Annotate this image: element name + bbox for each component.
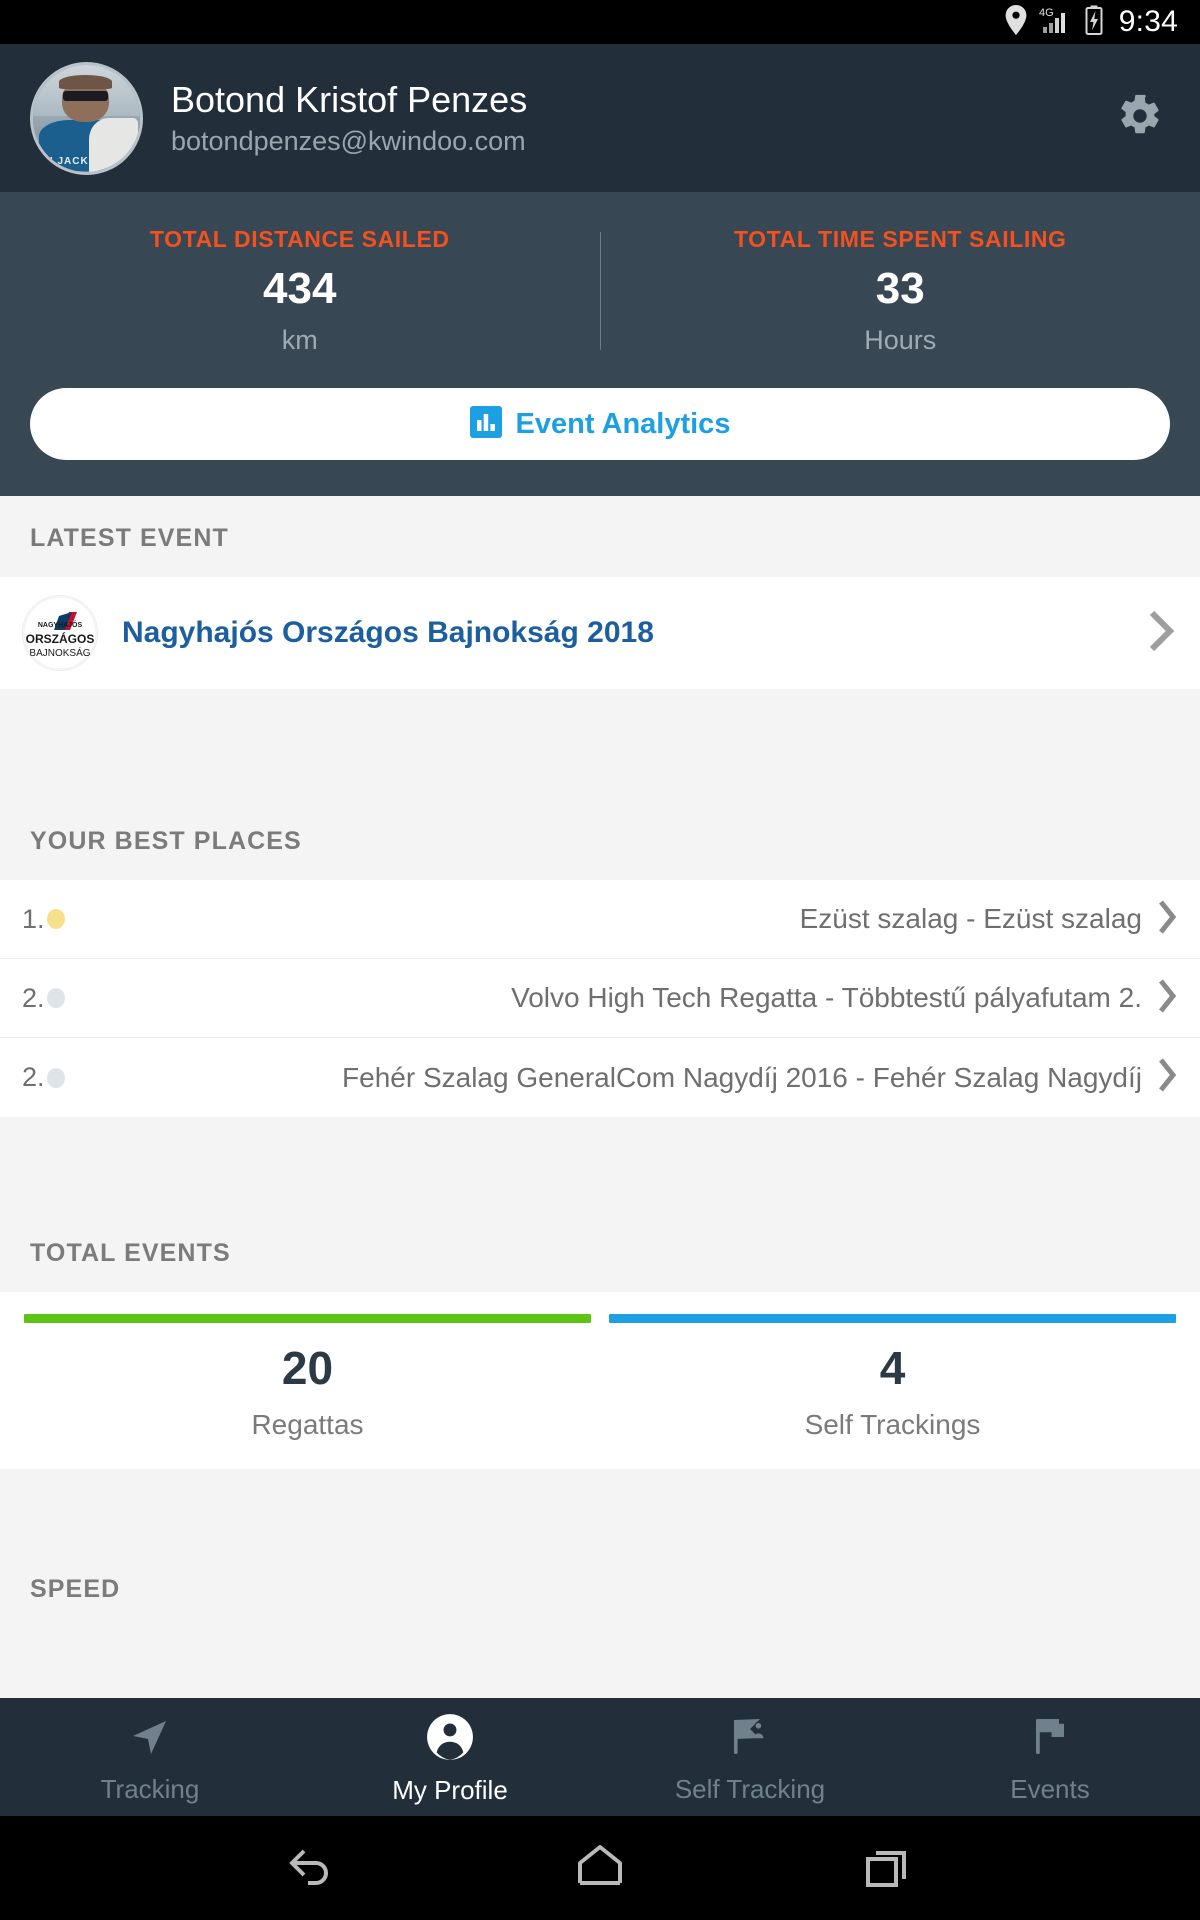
best-place-rank-2: 2.: [22, 982, 45, 1013]
stat-distance-unit: km: [281, 325, 318, 355]
android-system-nav: [0, 1816, 1200, 1920]
signal-4g-icon: 4G: [1039, 5, 1073, 40]
event-analytics-button[interactable]: Event Analytics: [30, 388, 1170, 460]
regattas-bar: [24, 1314, 591, 1323]
person-circle-icon: [425, 1712, 475, 1767]
best-place-rank-3: 2.: [22, 1062, 45, 1092]
avatar[interactable]: CH JACK: [30, 61, 143, 175]
total-events-panel: 20 Regattas 4 Self Trackings: [0, 1292, 1200, 1469]
best-place-name-2: Volvo High Tech Regatta - Többtestű pály…: [511, 982, 1142, 1013]
home-icon: [568, 1841, 632, 1896]
stat-total-time: TOTAL TIME SPENT SAILING 33 Hours: [601, 226, 1200, 354]
latest-event-section-title: LATEST EVENT: [0, 496, 1200, 577]
avatar-shirt: [88, 118, 138, 172]
regattas-value: 20: [281, 1342, 334, 1394]
avatar-vest-text: CH JACK: [37, 156, 89, 168]
total-events-section-title: TOTAL EVENTS: [0, 1211, 1200, 1292]
svg-text:4G: 4G: [1039, 7, 1054, 19]
total-events-self-trackings: 4 Self Trackings: [609, 1314, 1176, 1439]
home-button[interactable]: [555, 1833, 645, 1903]
nav-label-self-tracking: Self Tracking: [674, 1773, 826, 1804]
profile-header: CH JACK Botond Kristof Penzes botondpenz…: [0, 44, 1200, 192]
nav-label-events: Events: [1010, 1773, 1090, 1804]
event-logo: NAGYHAJÓS ORSZÁGOS BAJNOKSÁG: [22, 595, 98, 671]
regattas-label: Regattas: [251, 1409, 364, 1440]
nav-item-my-profile[interactable]: My Profile: [300, 1698, 600, 1816]
scrollable-content[interactable]: CH JACK Botond Kristof Penzes botondpenz…: [0, 44, 1200, 1698]
best-places-section-title: YOUR BEST PLACES: [0, 799, 1200, 880]
recents-button[interactable]: [845, 1833, 935, 1903]
back-button[interactable]: [265, 1833, 355, 1903]
avatar-hair: [58, 75, 113, 90]
nav-label-tracking: Tracking: [100, 1773, 200, 1804]
navigation-arrow-icon: [126, 1713, 174, 1766]
location-pin-icon: [1004, 4, 1028, 40]
chevron-right-icon: [1156, 1055, 1178, 1100]
svg-text:ORSZÁGOS: ORSZÁGOS: [26, 631, 95, 646]
profile-email: botondpenzes@kwindoo.com: [171, 126, 526, 157]
event-analytics-label: Event Analytics: [515, 407, 731, 440]
nav-item-tracking[interactable]: Tracking: [0, 1698, 300, 1816]
latest-event-title: Nagyhajós Országos Bajnokság 2018: [122, 616, 654, 649]
back-icon: [278, 1841, 342, 1896]
latest-event-panel: NAGYHAJÓS ORSZÁGOS BAJNOKSÁG Nagyhajós O…: [0, 577, 1200, 689]
speed-section-body: [0, 1628, 1200, 1698]
best-place-rank-1: 1.: [22, 903, 45, 934]
stats-panel: TOTAL DISTANCE SAILED 434 km TOTAL TIME …: [0, 192, 1200, 496]
chevron-right-icon: [1146, 607, 1176, 660]
spacer-after-total-events: [0, 1469, 1200, 1547]
svg-text:BAJNOKSÁG: BAJNOKSÁG: [29, 646, 90, 659]
total-events-regattas: 20 Regattas: [24, 1314, 591, 1439]
speed-section-title: SPEED: [0, 1547, 1200, 1628]
flag-icon: [1026, 1713, 1074, 1766]
stat-time-value: 33: [875, 264, 925, 313]
best-place-row-3[interactable]: 2. Fehér Szalag GeneralCom Nagydíj 2016 …: [0, 1038, 1200, 1117]
android-status-bar: 4G 9:34: [0, 0, 1200, 44]
best-place-name-1: Ezüst szalag - Ezüst szalag: [799, 903, 1142, 934]
best-place-name-3: Fehér Szalag GeneralCom Nagydíj 2016 - F…: [342, 1061, 1142, 1093]
battery-charging-icon: [1084, 5, 1104, 40]
phone-screen: 4G 9:34 CH JACK Botond Kristof Penzes bo…: [0, 0, 1200, 1920]
chevron-right-icon: [1156, 897, 1178, 942]
medal-silver-icon: [46, 1067, 65, 1088]
avatar-sunglasses: [62, 91, 108, 101]
stat-distance-value: 434: [263, 264, 337, 313]
spacer-after-best-places: [0, 1117, 1200, 1211]
recents-icon: [858, 1841, 922, 1896]
stat-time-label: TOTAL TIME SPENT SAILING: [733, 226, 1067, 252]
best-place-row-1[interactable]: 1. Ezüst szalag - Ezüst szalag: [0, 880, 1200, 959]
best-place-row-2[interactable]: 2. Volvo High Tech Regatta - Többtestű p…: [0, 959, 1200, 1038]
stat-total-distance: TOTAL DISTANCE SAILED 434 km: [0, 226, 600, 354]
spacer-after-latest-event: [0, 689, 1200, 799]
self-trackings-value: 4: [879, 1342, 906, 1394]
self-trackings-label: Self Trackings: [804, 1409, 981, 1440]
svg-text:NAGYHAJÓS: NAGYHAJÓS: [38, 620, 83, 629]
best-places-panel: 1. Ezüst szalag - Ezüst szalag 2. Volvo …: [0, 880, 1200, 1117]
status-bar-clock: 9:34: [1118, 5, 1178, 38]
medal-silver-icon: [46, 988, 65, 1008]
nav-label-my-profile: My Profile: [392, 1774, 508, 1805]
bar-chart-icon: [469, 405, 502, 443]
settings-button[interactable]: [1110, 88, 1170, 148]
stats-row: TOTAL DISTANCE SAILED 434 km TOTAL TIME …: [0, 226, 1200, 354]
bottom-navigation: Tracking My Profile Self Tracking Events: [0, 1698, 1200, 1816]
profile-text-block: Botond Kristof Penzes botondpenzes@kwind…: [171, 79, 1110, 157]
nav-item-self-tracking[interactable]: Self Tracking: [600, 1698, 900, 1816]
self-trackings-bar: [609, 1314, 1176, 1323]
flag-person-icon: [726, 1713, 774, 1766]
profile-name: Botond Kristof Penzes: [171, 78, 528, 120]
stat-time-unit: Hours: [864, 325, 937, 355]
latest-event-row[interactable]: NAGYHAJÓS ORSZÁGOS BAJNOKSÁG Nagyhajós O…: [0, 577, 1200, 689]
gear-icon: [1117, 93, 1163, 144]
stat-distance-label: TOTAL DISTANCE SAILED: [149, 226, 450, 252]
medal-gold-icon: [46, 909, 65, 929]
chevron-right-icon: [1156, 976, 1178, 1021]
nav-item-events[interactable]: Events: [900, 1698, 1200, 1816]
